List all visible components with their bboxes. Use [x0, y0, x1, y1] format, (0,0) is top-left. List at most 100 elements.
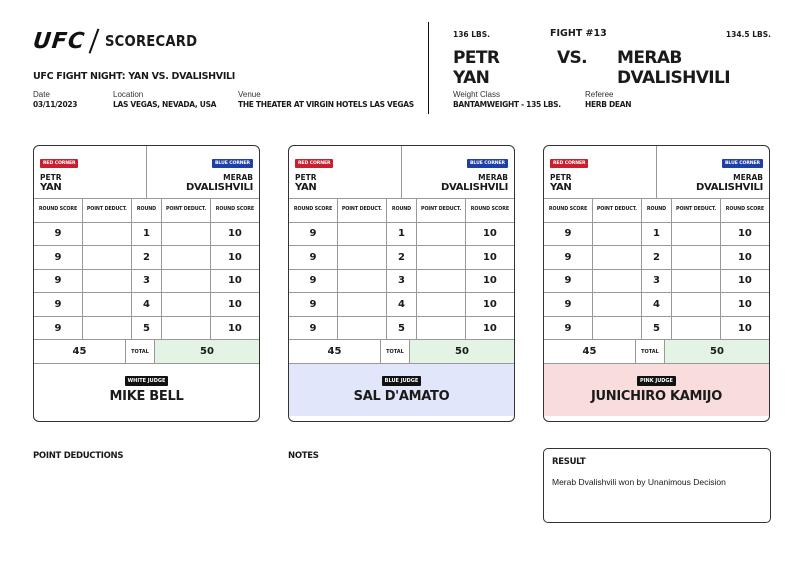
- round-number: 1: [640, 221, 673, 247]
- red-round-score: 9: [544, 268, 594, 294]
- judge-tag: PINK JUDGE: [637, 376, 676, 387]
- red-point-deduct: [592, 292, 642, 317]
- blue-last-name: DVALISHVILI: [440, 182, 508, 193]
- location-value: LAS VEGAS, NEVADA, USA: [113, 100, 217, 109]
- blue-total: 50: [155, 340, 259, 364]
- red-round-score: 9: [289, 292, 339, 317]
- round-number: 5: [640, 315, 673, 341]
- blue-round-score: 10: [719, 268, 769, 294]
- blue-first-name: MERAB: [733, 173, 763, 182]
- red-point-deduct: [592, 221, 642, 247]
- blue-total: 50: [665, 340, 769, 364]
- round-row: 9 2 10: [544, 245, 769, 270]
- round-number: 1: [130, 221, 163, 247]
- red-corner: RED CORNER PETR YAN: [544, 146, 657, 198]
- red-round-score: 9: [289, 245, 339, 270]
- location-label: Location: [113, 90, 144, 99]
- red-point-deduct: [82, 315, 132, 341]
- red-corner-tag: RED CORNER: [295, 159, 334, 168]
- red-total: 45: [34, 340, 126, 364]
- col-round: ROUND: [130, 199, 163, 223]
- blue-round-score: 10: [464, 292, 514, 317]
- blue-round-score: 10: [209, 221, 259, 247]
- totals-row: 45 TOTAL 50: [289, 340, 514, 365]
- red-point-deduct: [337, 292, 387, 317]
- date-label: Date: [33, 90, 50, 99]
- red-round-score: 9: [34, 292, 84, 317]
- judge-tag: WHITE JUDGE: [124, 376, 169, 387]
- red-round-score: 9: [289, 315, 339, 341]
- blue-round-score: 10: [464, 221, 514, 247]
- ufc-logo: UFC SCORECARD: [32, 28, 209, 54]
- red-point-deduct: [82, 245, 132, 270]
- blue-round-score: 10: [209, 315, 259, 341]
- blue-first-name: MERAB: [223, 173, 253, 182]
- weight-class-field: Weight Class BANTAMWEIGHT - 135 LBS.: [453, 90, 561, 109]
- blue-round-score: 10: [719, 315, 769, 341]
- corner-header: RED CORNER PETR YAN BLUE CORNER MERAB DV…: [34, 146, 259, 199]
- total-label: TOTAL: [381, 340, 410, 364]
- blue-round-score: 10: [719, 221, 769, 247]
- col-red-point-deduct: POINT DEDUCT.: [592, 199, 642, 223]
- round-row: 9 4 10: [34, 292, 259, 317]
- blue-round-score: 10: [209, 245, 259, 270]
- red-first-name: PETR: [295, 173, 317, 182]
- blue-round-score: 10: [719, 292, 769, 317]
- blue-point-deduct: [671, 245, 721, 270]
- round-number: 4: [385, 292, 418, 317]
- col-red-round-score: ROUND SCORE: [544, 199, 594, 223]
- vs-label: VS.: [556, 48, 588, 68]
- round-row: 9 2 10: [34, 245, 259, 270]
- venue-field: Venue THE THEATER AT VIRGIN HOTELS LAS V…: [238, 90, 414, 109]
- col-blue-point-deduct: POINT DEDUCT.: [161, 199, 211, 223]
- red-point-deduct: [337, 315, 387, 341]
- blue-point-deduct: [416, 221, 466, 247]
- red-last-name: YAN: [295, 182, 317, 193]
- red-point-deduct: [82, 268, 132, 294]
- blue-point-deduct: [161, 268, 211, 294]
- location-field: Location LAS VEGAS, NEVADA, USA: [113, 90, 216, 109]
- round-number: 4: [130, 292, 163, 317]
- blue-last-name: DVALISHVILI: [695, 182, 763, 193]
- blue-round-score: 10: [209, 268, 259, 294]
- round-number: 5: [130, 315, 163, 341]
- red-round-score: 9: [544, 221, 594, 247]
- totals-row: 45 TOTAL 50: [544, 340, 769, 365]
- red-point-deduct: [592, 315, 642, 341]
- red-last-name: YAN: [550, 182, 572, 193]
- round-row: 9 5 10: [34, 315, 259, 341]
- blue-corner: BLUE CORNER MERAB DVALISHVILI: [657, 146, 770, 198]
- blue-first-name: MERAB: [478, 173, 508, 182]
- round-row: 9 3 10: [289, 268, 514, 294]
- judge-scorecard-2: RED CORNER PETR YAN BLUE CORNER MERAB DV…: [288, 145, 515, 422]
- round-number: 3: [640, 268, 673, 294]
- col-round: ROUND: [385, 199, 418, 223]
- red-round-score: 9: [289, 268, 339, 294]
- red-last-name: YAN: [40, 182, 62, 193]
- red-point-deduct: [592, 268, 642, 294]
- red-point-deduct: [337, 245, 387, 270]
- col-blue-round-score: ROUND SCORE: [464, 199, 514, 223]
- round-number: 2: [640, 245, 673, 270]
- header-divider: [428, 22, 429, 114]
- red-round-score: 9: [34, 221, 84, 247]
- red-round-score: 9: [34, 245, 84, 270]
- blue-point-deduct: [161, 245, 211, 270]
- round-row: 9 1 10: [544, 221, 769, 247]
- score-table: ROUND SCORE POINT DEDUCT. ROUND POINT DE…: [544, 199, 769, 341]
- blue-round-score: 10: [209, 292, 259, 317]
- date-value: 03/11/2023: [33, 100, 78, 109]
- red-corner: RED CORNER PETR YAN: [289, 146, 402, 198]
- round-row: 9 1 10: [289, 221, 514, 247]
- blue-round-score: 10: [719, 245, 769, 270]
- round-number: 3: [385, 268, 418, 294]
- blue-point-deduct: [161, 315, 211, 341]
- col-round: ROUND: [640, 199, 673, 223]
- venue-label: Venue: [238, 90, 261, 99]
- blue-point-deduct: [416, 268, 466, 294]
- round-row: 9 5 10: [289, 315, 514, 341]
- round-row: 9 2 10: [289, 245, 514, 270]
- col-red-round-score: ROUND SCORE: [34, 199, 84, 223]
- col-blue-round-score: ROUND SCORE: [209, 199, 259, 223]
- col-red-point-deduct: POINT DEDUCT.: [82, 199, 132, 223]
